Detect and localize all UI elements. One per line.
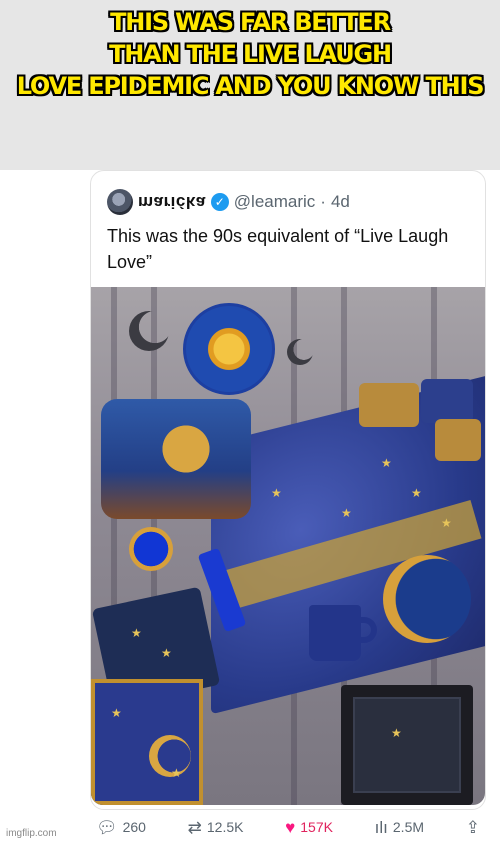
user-handle[interactable]: @leamaric [234, 192, 316, 212]
display-name[interactable]: marićka [138, 192, 206, 212]
hanging-moon-icon [287, 339, 313, 365]
star-icon: ★ [131, 626, 142, 640]
share-upload-icon: ⇪ [465, 817, 480, 837]
star-icon: ★ [441, 516, 452, 530]
repost-count: 12.5K [206, 819, 244, 835]
caption-line: THAN THE LIVE LAUGH [109, 40, 392, 68]
share-button[interactable]: ⇪ [466, 819, 480, 836]
views-button[interactable]: ılı 2.5M [375, 819, 424, 836]
reply-button[interactable]: 💬︎ 260 [96, 819, 146, 836]
tweet-card[interactable]: marićka ✓ @leamaric · 4d This was the 90… [90, 170, 486, 810]
star-icon: ★ [111, 706, 122, 720]
sun-plate [183, 303, 275, 395]
star-icon: ★ [161, 646, 172, 660]
celestial-mug [309, 605, 361, 661]
bar-chart-icon: ılı [374, 817, 388, 837]
star-icon: ★ [411, 486, 422, 500]
tweet-text: This was the 90s equivalent of “Live Lau… [107, 226, 449, 272]
moon-clock [383, 555, 471, 643]
timestamp[interactable]: 4d [331, 192, 350, 212]
sun-mirror [129, 527, 173, 571]
star-icon: ★ [341, 506, 352, 520]
like-button[interactable]: ♥ 157K [285, 819, 333, 836]
star-icon: ★ [171, 766, 182, 780]
imgflip-watermark: imgflip.com [6, 828, 57, 839]
heart-icon: ♥ [285, 817, 296, 837]
like-count: 157K [300, 819, 333, 835]
star-icon: ★ [391, 726, 402, 740]
view-count: 2.5M [392, 819, 425, 835]
tweet-header: marićka ✓ @leamaric · 4d [107, 189, 350, 215]
gold-pillow [435, 419, 481, 461]
avatar[interactable] [107, 189, 133, 215]
caption-band: THIS WAS FAR BETTER THAN THE LIVE LAUGH … [0, 0, 500, 170]
repost-button[interactable]: ⇄ 12.5K [188, 819, 244, 836]
comment-bubble-icon: 💬︎ [96, 817, 118, 837]
separator-dot: · [320, 192, 326, 211]
verified-check-icon: ✓ [210, 193, 229, 211]
hanging-moon-icon [129, 311, 169, 351]
star-icon: ★ [271, 486, 282, 500]
gold-pillow [359, 383, 419, 427]
meme-caption: THIS WAS FAR BETTER THAN THE LIVE LAUGH … [0, 6, 500, 102]
tweet-actions-bar: 💬︎ 260 ⇄ 12.5K ♥ 157K ılı 2.5M ⇪ [90, 812, 486, 842]
reply-count: 260 [122, 819, 146, 835]
repost-arrows-icon: ⇄ [187, 817, 202, 837]
tweet-image[interactable]: ★ ★ ★ ★ ★ ★ ★ ★ ★ ★ [91, 287, 485, 805]
blue-pillow [421, 379, 473, 423]
sun-icon [156, 419, 216, 479]
moon-icon [149, 735, 191, 777]
sun-armchair [101, 399, 251, 519]
caption-line: LOVE EPIDEMIC AND YOU KNOW THIS [16, 72, 485, 100]
caption-line: THIS WAS FAR BETTER [110, 8, 391, 36]
cabinet-glass-door [353, 697, 461, 793]
star-icon: ★ [381, 456, 392, 470]
